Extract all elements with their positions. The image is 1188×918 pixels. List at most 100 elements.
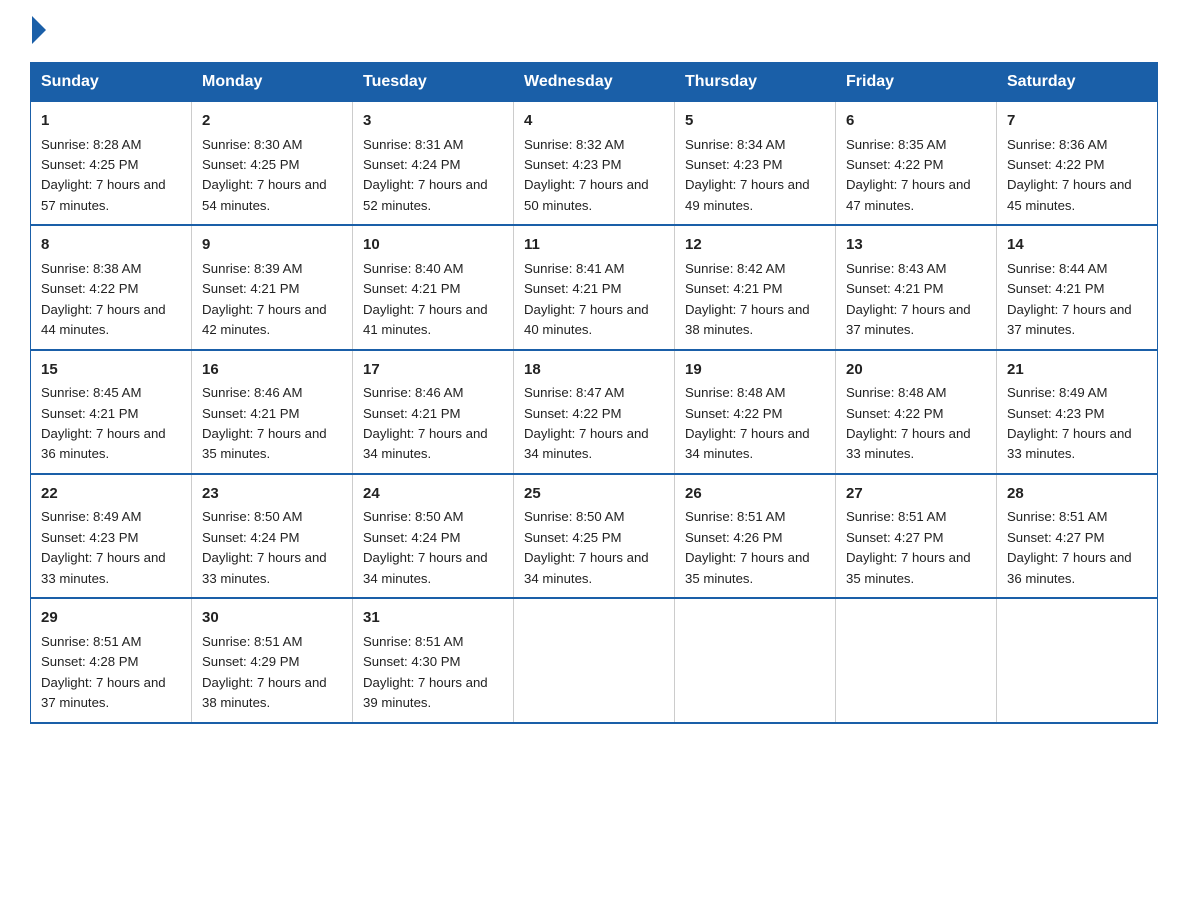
calendar-cell: 24Sunrise: 8:50 AMSunset: 4:24 PMDayligh… [353, 474, 514, 598]
calendar-cell: 25 Sunrise: 8:50 AMSunset: 4:25 PMDayligh… [514, 474, 675, 598]
day-info: Sunrise: 8:38 AMSunset: 4:22 PMDaylight:… [41, 261, 166, 337]
day-number: 12 [685, 234, 825, 257]
calendar-day-header: Friday [836, 63, 997, 102]
day-number: 13 [846, 234, 986, 257]
calendar-cell: 6 Sunrise: 8:35 AMSunset: 4:22 PMDaylight… [836, 102, 997, 226]
calendar-cell: 3Sunrise: 8:31 AMSunset: 4:24 PMDaylight… [353, 102, 514, 226]
calendar-cell: 15 Sunrise: 8:45 AMSunset: 4:21 PMDayligh… [31, 350, 192, 474]
day-info: Sunrise: 8:41 AMSunset: 4:21 PMDaylight:… [524, 261, 649, 337]
day-info: Sunrise: 8:35 AMSunset: 4:22 PMDaylight:… [846, 137, 971, 213]
calendar-cell: 17 Sunrise: 8:46 AMSunset: 4:21 PMDayligh… [353, 350, 514, 474]
day-number: 14 [1007, 234, 1147, 257]
calendar-cell: 1 Sunrise: 8:28 AMSunset: 4:25 PMDaylight… [31, 102, 192, 226]
calendar-cell: 30 Sunrise: 8:51 AMSunset: 4:29 PMDayligh… [192, 598, 353, 722]
day-number: 31 [363, 607, 503, 630]
calendar-cell: 19 Sunrise: 8:48 AMSunset: 4:22 PMDayligh… [675, 350, 836, 474]
day-number: 20 [846, 359, 986, 382]
day-info: Sunrise: 8:48 AMSunset: 4:22 PMDaylight:… [846, 385, 971, 461]
calendar-week-row: 1 Sunrise: 8:28 AMSunset: 4:25 PMDaylight… [31, 102, 1158, 226]
calendar-cell: 23 Sunrise: 8:50 AMSunset: 4:24 PMDayligh… [192, 474, 353, 598]
day-info: Sunrise: 8:51 AMSunset: 4:26 PMDaylight:… [685, 509, 810, 585]
calendar-cell: 20 Sunrise: 8:48 AMSunset: 4:22 PMDayligh… [836, 350, 997, 474]
day-number: 2 [202, 110, 342, 133]
day-number: 4 [524, 110, 664, 133]
calendar-day-header: Monday [192, 63, 353, 102]
calendar-cell: 28Sunrise: 8:51 AMSunset: 4:27 PMDayligh… [997, 474, 1158, 598]
calendar-cell: 27 Sunrise: 8:51 AMSunset: 4:27 PMDayligh… [836, 474, 997, 598]
day-info: Sunrise: 8:50 AMSunset: 4:24 PMDaylight:… [202, 509, 327, 585]
day-info: Sunrise: 8:51 AMSunset: 4:30 PMDaylight:… [363, 634, 488, 710]
day-number: 25 [524, 483, 664, 506]
day-info: Sunrise: 8:40 AMSunset: 4:21 PMDaylight:… [363, 261, 488, 337]
day-info: Sunrise: 8:50 AMSunset: 4:25 PMDaylight:… [524, 509, 649, 585]
day-number: 1 [41, 110, 181, 133]
logo-arrow-icon [32, 16, 46, 44]
day-info: Sunrise: 8:51 AMSunset: 4:27 PMDaylight:… [846, 509, 971, 585]
calendar-header-row: SundayMondayTuesdayWednesdayThursdayFrid… [31, 63, 1158, 102]
day-number: 9 [202, 234, 342, 257]
day-info: Sunrise: 8:49 AMSunset: 4:23 PMDaylight:… [41, 509, 166, 585]
calendar-cell: 18Sunrise: 8:47 AMSunset: 4:22 PMDayligh… [514, 350, 675, 474]
calendar-cell: 14 Sunrise: 8:44 AMSunset: 4:21 PMDayligh… [997, 225, 1158, 349]
day-info: Sunrise: 8:28 AMSunset: 4:25 PMDaylight:… [41, 137, 166, 213]
day-info: Sunrise: 8:42 AMSunset: 4:21 PMDaylight:… [685, 261, 810, 337]
calendar-cell: 10 Sunrise: 8:40 AMSunset: 4:21 PMDayligh… [353, 225, 514, 349]
calendar-cell: 26 Sunrise: 8:51 AMSunset: 4:26 PMDayligh… [675, 474, 836, 598]
day-number: 10 [363, 234, 503, 257]
calendar-day-header: Tuesday [353, 63, 514, 102]
day-number: 15 [41, 359, 181, 382]
day-info: Sunrise: 8:34 AMSunset: 4:23 PMDaylight:… [685, 137, 810, 213]
day-info: Sunrise: 8:51 AMSunset: 4:27 PMDaylight:… [1007, 509, 1132, 585]
day-number: 19 [685, 359, 825, 382]
calendar-week-row: 15 Sunrise: 8:45 AMSunset: 4:21 PMDayligh… [31, 350, 1158, 474]
calendar-day-header: Thursday [675, 63, 836, 102]
calendar-cell: 22Sunrise: 8:49 AMSunset: 4:23 PMDayligh… [31, 474, 192, 598]
calendar-cell: 4 Sunrise: 8:32 AMSunset: 4:23 PMDaylight… [514, 102, 675, 226]
day-info: Sunrise: 8:43 AMSunset: 4:21 PMDaylight:… [846, 261, 971, 337]
day-number: 30 [202, 607, 342, 630]
day-info: Sunrise: 8:36 AMSunset: 4:22 PMDaylight:… [1007, 137, 1132, 213]
calendar-cell: 21Sunrise: 8:49 AMSunset: 4:23 PMDayligh… [997, 350, 1158, 474]
calendar-cell: 9 Sunrise: 8:39 AMSunset: 4:21 PMDaylight… [192, 225, 353, 349]
day-number: 3 [363, 110, 503, 133]
day-info: Sunrise: 8:51 AMSunset: 4:29 PMDaylight:… [202, 634, 327, 710]
calendar-week-row: 22Sunrise: 8:49 AMSunset: 4:23 PMDayligh… [31, 474, 1158, 598]
day-number: 8 [41, 234, 181, 257]
calendar-day-header: Wednesday [514, 63, 675, 102]
day-info: Sunrise: 8:44 AMSunset: 4:21 PMDaylight:… [1007, 261, 1132, 337]
calendar-cell: 12 Sunrise: 8:42 AMSunset: 4:21 PMDayligh… [675, 225, 836, 349]
calendar-cell [836, 598, 997, 722]
day-info: Sunrise: 8:46 AMSunset: 4:21 PMDaylight:… [202, 385, 327, 461]
day-number: 7 [1007, 110, 1147, 133]
day-info: Sunrise: 8:39 AMSunset: 4:21 PMDaylight:… [202, 261, 327, 337]
day-info: Sunrise: 8:30 AMSunset: 4:25 PMDaylight:… [202, 137, 327, 213]
calendar-cell [675, 598, 836, 722]
calendar-cell: 7 Sunrise: 8:36 AMSunset: 4:22 PMDaylight… [997, 102, 1158, 226]
day-number: 17 [363, 359, 503, 382]
calendar-day-header: Sunday [31, 63, 192, 102]
calendar-cell: 8 Sunrise: 8:38 AMSunset: 4:22 PMDaylight… [31, 225, 192, 349]
day-number: 11 [524, 234, 664, 257]
day-number: 24 [363, 483, 503, 506]
day-number: 27 [846, 483, 986, 506]
day-number: 5 [685, 110, 825, 133]
calendar-cell: 11 Sunrise: 8:41 AMSunset: 4:21 PMDayligh… [514, 225, 675, 349]
day-number: 18 [524, 359, 664, 382]
calendar-cell: 16Sunrise: 8:46 AMSunset: 4:21 PMDayligh… [192, 350, 353, 474]
calendar-cell: 2 Sunrise: 8:30 AMSunset: 4:25 PMDaylight… [192, 102, 353, 226]
calendar-cell: 31 Sunrise: 8:51 AMSunset: 4:30 PMDayligh… [353, 598, 514, 722]
calendar-cell [514, 598, 675, 722]
day-info: Sunrise: 8:32 AMSunset: 4:23 PMDaylight:… [524, 137, 649, 213]
day-info: Sunrise: 8:46 AMSunset: 4:21 PMDaylight:… [363, 385, 488, 461]
day-number: 26 [685, 483, 825, 506]
calendar-week-row: 8 Sunrise: 8:38 AMSunset: 4:22 PMDaylight… [31, 225, 1158, 349]
day-info: Sunrise: 8:45 AMSunset: 4:21 PMDaylight:… [41, 385, 166, 461]
day-info: Sunrise: 8:48 AMSunset: 4:22 PMDaylight:… [685, 385, 810, 461]
day-info: Sunrise: 8:49 AMSunset: 4:23 PMDaylight:… [1007, 385, 1132, 461]
calendar-cell: 29Sunrise: 8:51 AMSunset: 4:28 PMDayligh… [31, 598, 192, 722]
day-number: 23 [202, 483, 342, 506]
calendar-cell: 5 Sunrise: 8:34 AMSunset: 4:23 PMDaylight… [675, 102, 836, 226]
day-info: Sunrise: 8:51 AMSunset: 4:28 PMDaylight:… [41, 634, 166, 710]
day-number: 6 [846, 110, 986, 133]
calendar-day-header: Saturday [997, 63, 1158, 102]
